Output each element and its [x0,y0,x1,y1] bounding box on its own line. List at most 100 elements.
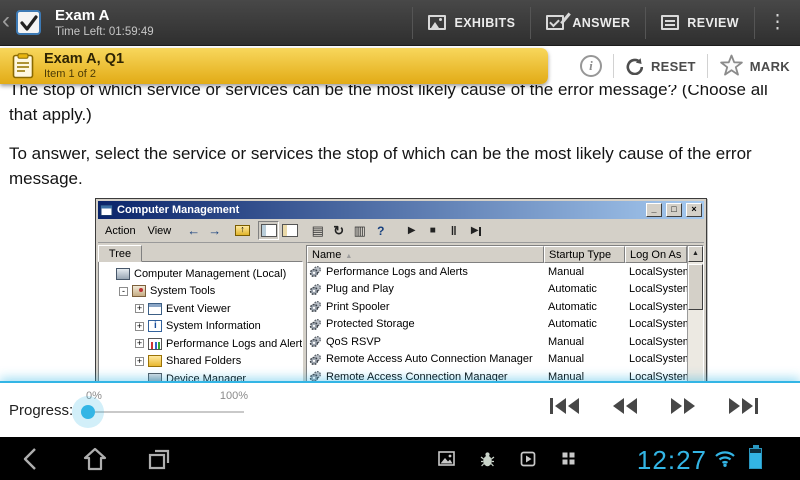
service-row[interactable]: Remote Access Auto Connection Manager Ma… [307,351,687,369]
services-list: Name Startup Type Log On As [307,246,687,381]
service-gear-icon [309,335,322,348]
properties-button[interactable] [307,221,328,240]
recent-apps-button[interactable] [142,442,176,476]
tree-item[interactable]: Event Viewer [99,300,302,318]
menu-action[interactable]: Action [101,223,144,239]
action-label: ANSWER [572,16,630,30]
column-header-startup-type[interactable]: Startup Type [544,246,625,263]
service-startup-type: Automatic [544,301,625,313]
tree-item[interactable]: Device Manager [99,370,302,381]
tree-tab[interactable]: Tree [98,245,142,262]
console-tree: Computer Management (Local) System Tools [98,261,303,381]
back-button[interactable] [14,442,48,476]
up-chevron-icon: ‹ [2,11,10,35]
tree-item[interactable]: Computer Management (Local) [99,265,302,283]
service-row[interactable]: QoS RSVP Manual LocalSystem [307,333,687,351]
android-system-bar: 12:27 [0,437,800,480]
mark-button[interactable]: MARK [719,54,790,78]
minimize-button[interactable]: _ [646,203,662,217]
action-review-button[interactable]: REVIEW [646,0,754,45]
vertical-scrollbar[interactable]: ▲ [687,246,703,381]
tree-item[interactable]: System Information [99,318,302,336]
progress-slider[interactable]: 0% 100% [78,387,250,433]
action-exhibits-button[interactable]: EXHIBITS [413,0,530,45]
service-name: Remote Access Auto Connection Manager [326,353,533,365]
tree-expander-icon[interactable] [135,339,144,348]
menu-view[interactable]: View [144,223,180,239]
service-row[interactable]: Protected Storage Automatic LocalSystem [307,316,687,334]
column-name-label: Name [312,249,341,261]
action-answer-button[interactable]: ANSWER [531,0,645,45]
service-gear-icon [309,265,322,278]
show-tree-button[interactable] [258,221,279,240]
slider-max-label: 100% [220,390,248,402]
service-row[interactable]: Print Spooler Automatic LocalSystem [307,298,687,316]
action-label: REVIEW [687,16,739,30]
tree-expander-icon[interactable] [135,357,144,366]
close-button[interactable]: × [686,203,702,217]
service-logon: LocalSystem [625,336,687,348]
service-row[interactable]: Performance Logs and Alerts Manual Local… [307,263,687,281]
first-item-icon [550,398,553,414]
battery-icon [749,448,762,469]
service-name: Plug and Play [326,283,394,295]
forward-button[interactable] [204,221,225,240]
next-item-button[interactable] [669,396,697,416]
service-startup-type: Automatic [544,318,625,330]
question-banner: Exam A, Q1 Item 1 of 2 [0,48,548,84]
start-service-button[interactable] [401,221,422,240]
tree-expander-icon[interactable] [135,304,144,313]
maximize-button[interactable]: □ [666,203,682,217]
tree-item[interactable]: System Tools [99,283,302,301]
info-button[interactable]: i [580,55,602,77]
show-favorites-button[interactable] [279,221,300,240]
service-logon: LocalSystem [625,266,687,278]
previous-item-icon [613,398,624,414]
refresh-button[interactable] [328,221,349,240]
navigate-up-button[interactable]: ‹ [0,0,55,45]
sort-asc-icon [345,249,352,261]
service-row[interactable]: Plug and Play Automatic LocalSystem [307,281,687,299]
progress-label: Progress: [9,402,73,419]
media-playing-icon [520,451,536,467]
banner-text-block: Exam A, Q1 Item 1 of 2 [44,51,124,81]
tree-expander-icon[interactable] [119,287,128,296]
system-clock: 12:27 [637,445,707,476]
tree-item[interactable]: Shared Folders [99,353,302,371]
back-button[interactable] [183,221,204,240]
status-icons [438,437,576,480]
column-header-log-on-as[interactable]: Log On As [625,246,687,263]
control-separator [707,54,708,78]
first-item-button[interactable] [548,396,581,416]
slider-track[interactable] [88,411,244,413]
reset-button[interactable]: RESET [625,57,696,75]
overflow-menu-button[interactable]: ⋮ [755,0,800,45]
tree-item-icon [148,338,162,350]
help-button[interactable] [370,221,391,240]
restart-service-button[interactable] [464,221,485,240]
tree-item-label: Event Viewer [166,303,231,315]
scrollbar-thumb[interactable] [688,264,703,310]
screenshot-notification-icon [438,451,455,466]
window-body: Tree Computer Management (Local) [98,243,704,381]
tree-expander-icon[interactable] [135,322,144,331]
tree-item[interactable]: Performance Logs and Alerts [99,335,302,353]
home-button[interactable] [78,442,112,476]
tree-item-icon [148,320,162,332]
stop-service-button[interactable] [422,221,443,240]
service-row[interactable]: Remote Access Connection Manager Manual … [307,368,687,381]
export-list-button[interactable] [349,221,370,240]
up-level-button[interactable] [232,221,253,240]
banner-item-count: Item 1 of 2 [44,68,124,81]
last-item-button[interactable] [727,396,760,416]
column-header-name[interactable]: Name [307,246,544,263]
scroll-up-arrow-icon[interactable]: ▲ [688,246,703,262]
slider-thumb[interactable] [81,405,95,419]
previous-item-button[interactable] [611,396,639,416]
mark-star-icon [719,54,744,78]
question-instruction: To answer, select the service or service… [9,141,791,191]
service-logon: LocalSystem [625,353,687,365]
pause-service-button[interactable] [443,221,464,240]
control-separator [613,54,614,78]
question-area: The stop of which service or services ca… [0,85,800,381]
